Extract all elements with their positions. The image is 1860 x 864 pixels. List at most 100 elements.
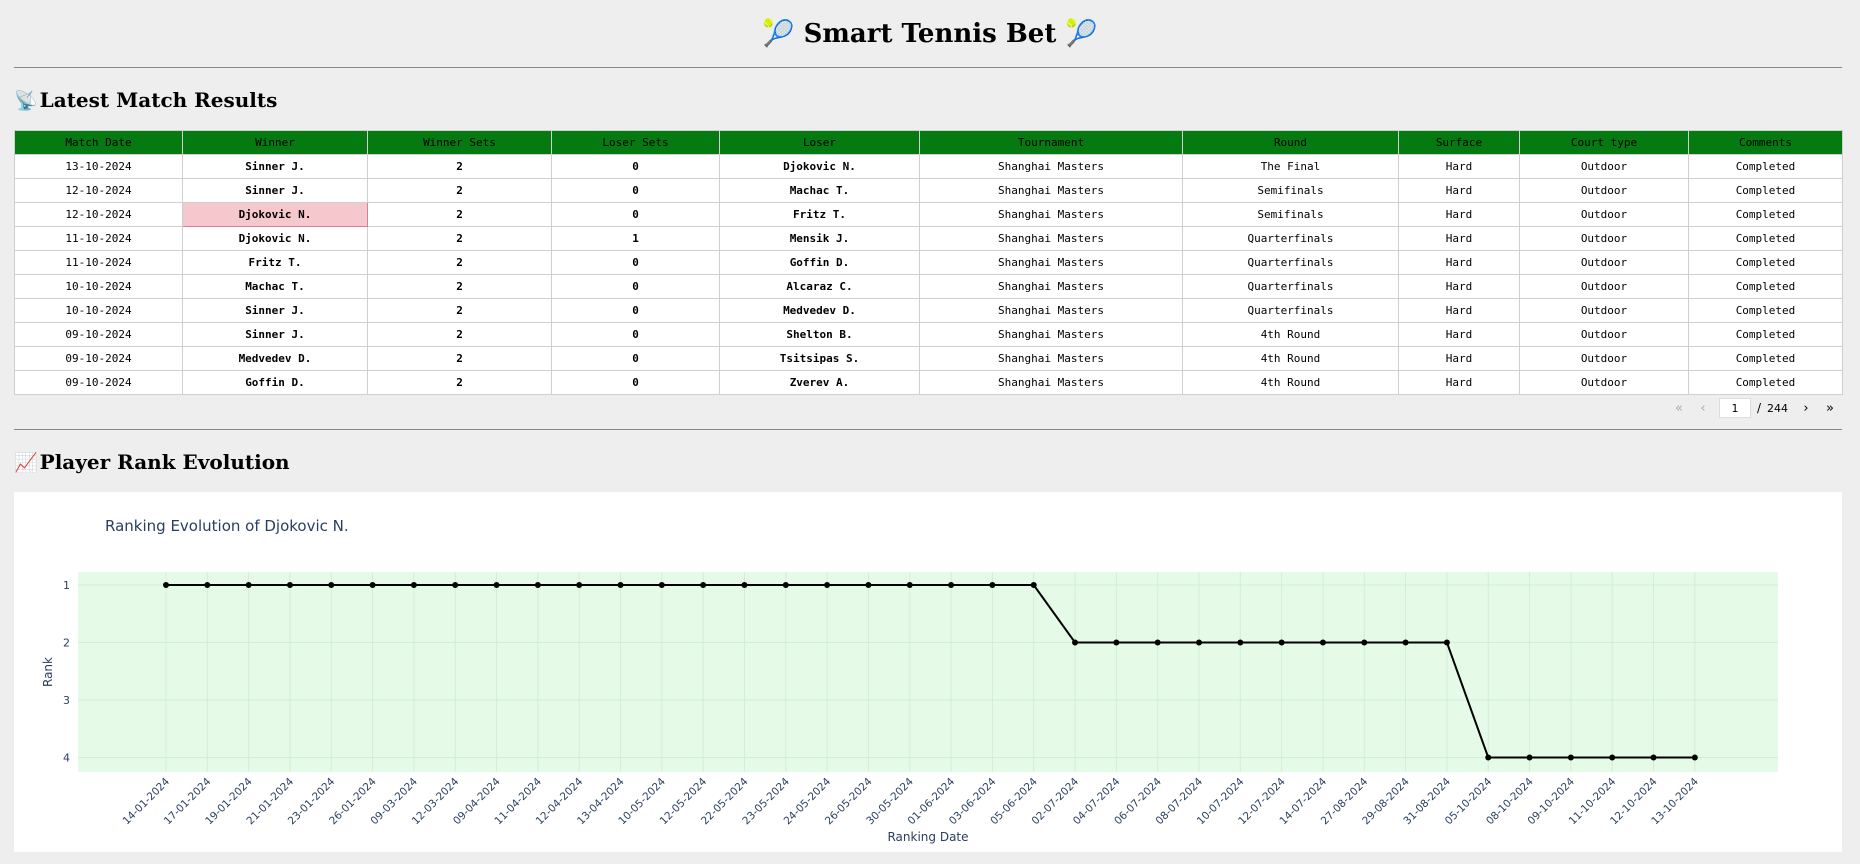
- table-cell[interactable]: Medvedev D.: [719, 298, 920, 323]
- table-cell[interactable]: 12-10-2024: [14, 202, 183, 227]
- table-cell[interactable]: Quarterfinals: [1182, 250, 1399, 275]
- table-cell[interactable]: Hard: [1398, 154, 1520, 179]
- table-cell[interactable]: 2: [367, 226, 552, 251]
- table-cell[interactable]: Sinner J.: [182, 178, 368, 203]
- page-number-input[interactable]: [1718, 398, 1751, 418]
- table-cell[interactable]: Outdoor: [1519, 322, 1689, 347]
- table-cell[interactable]: Completed: [1688, 250, 1843, 275]
- table-cell[interactable]: 2: [367, 298, 552, 323]
- table-row[interactable]: 11-10-2024 Fritz T. 2 0 Goffin D. Shanghai Ma…: [14, 250, 1843, 275]
- table-cell[interactable]: Completed: [1688, 274, 1843, 299]
- table-row[interactable]: 10-10-2024 Machac T. 2 0 Alcaraz C. Shanghai …: [14, 274, 1843, 299]
- table-cell[interactable]: Outdoor: [1519, 346, 1689, 371]
- table-cell[interactable]: Outdoor: [1519, 202, 1689, 227]
- table-cell[interactable]: 09-10-2024: [14, 346, 183, 371]
- table-cell[interactable]: 0: [551, 154, 720, 179]
- table-cell[interactable]: Completed: [1688, 346, 1843, 371]
- table-cell[interactable]: 0: [551, 202, 720, 227]
- table-cell[interactable]: Outdoor: [1519, 298, 1689, 323]
- table-cell[interactable]: Quarterfinals: [1182, 274, 1399, 299]
- table-cell[interactable]: Sinner J.: [182, 298, 368, 323]
- table-row[interactable]: 11-10-2024 Djokovic N. 2 1 Mensik J. Shanghai…: [14, 226, 1843, 251]
- table-cell[interactable]: 0: [551, 322, 720, 347]
- table-cell[interactable]: Semifinals: [1182, 178, 1399, 203]
- table-cell[interactable]: Outdoor: [1519, 370, 1689, 395]
- column-header[interactable]: Round: [1182, 130, 1399, 155]
- table-cell[interactable]: The Final: [1182, 154, 1399, 179]
- table-cell[interactable]: Completed: [1688, 154, 1843, 179]
- table-cell[interactable]: 2: [367, 154, 552, 179]
- table-cell[interactable]: Hard: [1398, 346, 1520, 371]
- table-cell[interactable]: Fritz T.: [719, 202, 920, 227]
- column-header[interactable]: Court type: [1519, 130, 1689, 155]
- table-cell[interactable]: Completed: [1688, 370, 1843, 395]
- table-cell[interactable]: Alcaraz C.: [719, 274, 920, 299]
- table-cell[interactable]: Completed: [1688, 226, 1843, 251]
- table-cell[interactable]: Tsitsipas S.: [719, 346, 920, 371]
- table-cell[interactable]: Hard: [1398, 370, 1520, 395]
- table-cell[interactable]: Shanghai Masters: [919, 298, 1183, 323]
- table-cell[interactable]: Shanghai Masters: [919, 178, 1183, 203]
- table-cell[interactable]: Quarterfinals: [1182, 298, 1399, 323]
- table-cell[interactable]: 2: [367, 202, 552, 227]
- table-cell[interactable]: Outdoor: [1519, 274, 1689, 299]
- table-cell[interactable]: Shelton B.: [719, 322, 920, 347]
- table-cell[interactable]: Outdoor: [1519, 250, 1689, 275]
- table-cell[interactable]: 09-10-2024: [14, 322, 183, 347]
- table-cell[interactable]: Hard: [1398, 274, 1520, 299]
- table-cell[interactable]: Shanghai Masters: [919, 322, 1183, 347]
- table-cell[interactable]: Completed: [1688, 322, 1843, 347]
- table-cell[interactable]: Hard: [1398, 178, 1520, 203]
- table-cell[interactable]: 2: [367, 178, 552, 203]
- table-cell[interactable]: 2: [367, 274, 552, 299]
- table-cell[interactable]: Semifinals: [1182, 202, 1399, 227]
- table-row[interactable]: 10-10-2024 Sinner J. 2 0 Medvedev D. Shanghai…: [14, 298, 1843, 323]
- table-cell[interactable]: Shanghai Masters: [919, 274, 1183, 299]
- last-page-button[interactable]: »: [1818, 401, 1842, 416]
- column-header[interactable]: Loser: [719, 130, 920, 155]
- table-cell[interactable]: Goffin D.: [182, 370, 368, 395]
- table-cell[interactable]: Completed: [1688, 178, 1843, 203]
- column-header[interactable]: Match Date: [14, 130, 183, 155]
- table-cell[interactable]: Hard: [1398, 226, 1520, 251]
- table-cell[interactable]: Shanghai Masters: [919, 250, 1183, 275]
- table-cell[interactable]: Shanghai Masters: [919, 370, 1183, 395]
- table-cell[interactable]: Hard: [1398, 250, 1520, 275]
- table-cell[interactable]: Shanghai Masters: [919, 202, 1183, 227]
- table-cell[interactable]: Completed: [1688, 298, 1843, 323]
- table-cell[interactable]: Machac T.: [182, 274, 368, 299]
- table-cell[interactable]: Shanghai Masters: [919, 346, 1183, 371]
- table-cell[interactable]: 09-10-2024: [14, 370, 183, 395]
- table-cell[interactable]: Djokovic N.: [182, 202, 368, 227]
- table-cell[interactable]: Fritz T.: [182, 250, 368, 275]
- table-cell[interactable]: 0: [551, 178, 720, 203]
- table-row[interactable]: 12-10-2024 Sinner J. 2 0 Machac T. Shanghai M…: [14, 178, 1843, 203]
- table-cell[interactable]: 0: [551, 274, 720, 299]
- table-cell[interactable]: 2: [367, 370, 552, 395]
- table-cell[interactable]: 13-10-2024: [14, 154, 183, 179]
- table-cell[interactable]: Goffin D.: [719, 250, 920, 275]
- table-cell[interactable]: 1: [551, 226, 720, 251]
- table-cell[interactable]: Outdoor: [1519, 154, 1689, 179]
- table-row[interactable]: 09-10-2024 Medvedev D. 2 0 Tsitsipas S. Shang…: [14, 346, 1843, 371]
- first-page-button[interactable]: «: [1667, 401, 1691, 416]
- table-cell[interactable]: 4th Round: [1182, 322, 1399, 347]
- table-cell[interactable]: 2: [367, 346, 552, 371]
- table-cell[interactable]: 12-10-2024: [14, 178, 183, 203]
- previous-page-button[interactable]: ‹: [1691, 401, 1715, 416]
- table-cell[interactable]: Outdoor: [1519, 226, 1689, 251]
- table-cell[interactable]: Completed: [1688, 202, 1843, 227]
- table-cell[interactable]: 11-10-2024: [14, 226, 183, 251]
- table-cell[interactable]: Machac T.: [719, 178, 920, 203]
- table-cell[interactable]: Hard: [1398, 298, 1520, 323]
- next-page-button[interactable]: ›: [1794, 401, 1818, 416]
- column-header[interactable]: Winner: [182, 130, 368, 155]
- table-cell[interactable]: Mensik J.: [719, 226, 920, 251]
- table-cell[interactable]: 0: [551, 346, 720, 371]
- column-header[interactable]: Winner Sets: [367, 130, 552, 155]
- column-header[interactable]: Tournament: [919, 130, 1183, 155]
- table-cell[interactable]: Shanghai Masters: [919, 154, 1183, 179]
- table-cell[interactable]: 10-10-2024: [14, 274, 183, 299]
- table-row[interactable]: 09-10-2024 Goffin D. 2 0 Zverev A. Shanghai M…: [14, 370, 1843, 395]
- table-cell[interactable]: Quarterfinals: [1182, 226, 1399, 251]
